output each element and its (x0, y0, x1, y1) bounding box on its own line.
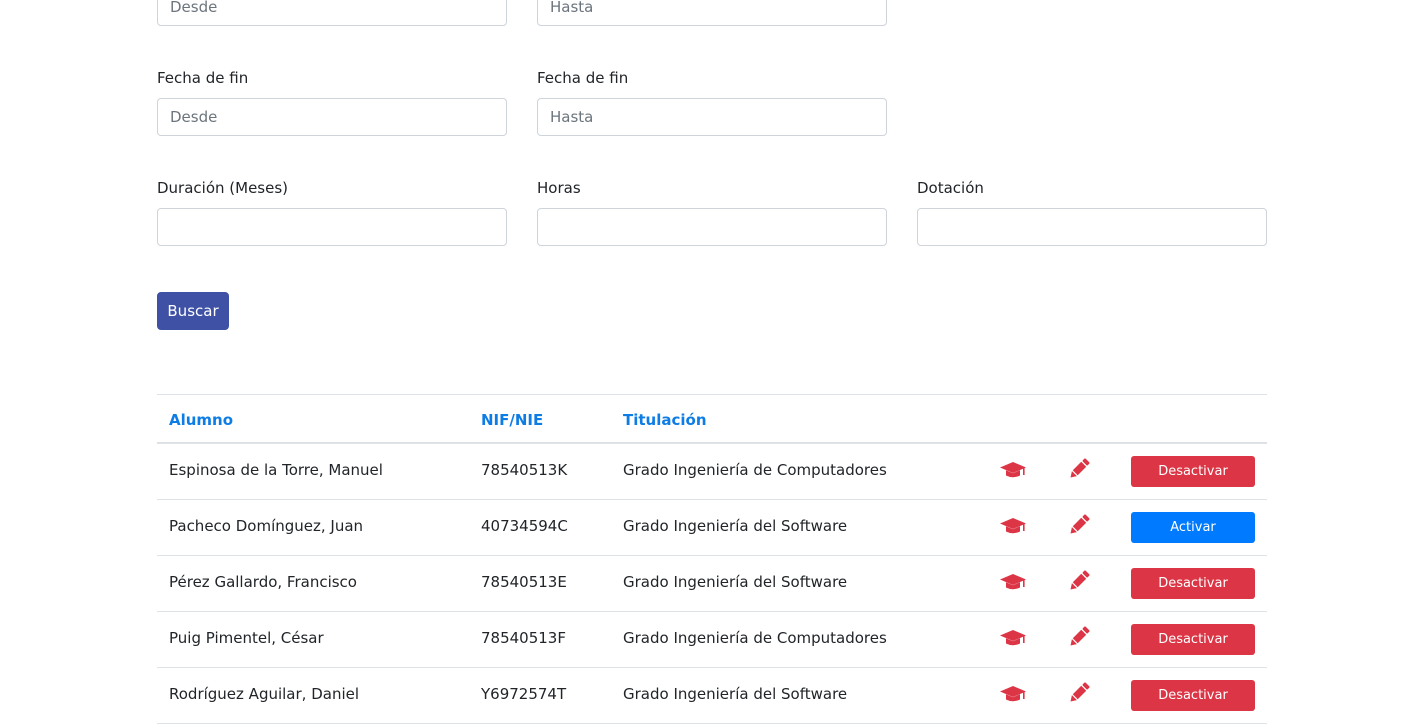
results-table: Alumno NIF/NIE Titulación Espinosa de la… (157, 394, 1267, 724)
deactivate-button[interactable]: Desactivar (1131, 568, 1255, 599)
header-alumno[interactable]: Alumno (169, 410, 233, 430)
deactivate-button[interactable]: Desactivar (1131, 680, 1255, 711)
cell-alumno: Puig Pimentel, César (169, 629, 324, 647)
pencil-icon[interactable] (1065, 456, 1093, 482)
cell-alumno: Rodríguez Aguilar, Daniel (169, 685, 360, 703)
pencil-icon[interactable] (1065, 624, 1093, 650)
deactivate-button[interactable]: Desactivar (1131, 456, 1255, 487)
cell-alumno: Pérez Gallardo, Francisco (169, 573, 357, 591)
cell-titulacion: Grado Ingeniería del Software (623, 517, 848, 535)
cell-nif: 40734594C (481, 517, 568, 535)
pencil-icon[interactable] (1065, 568, 1093, 594)
date-start-to-input[interactable] (537, 0, 887, 26)
end-date-to-input[interactable] (537, 98, 887, 136)
cell-alumno: Espinosa de la Torre, Manuel (169, 461, 383, 479)
end-date-from-input[interactable] (157, 98, 507, 136)
date-start-from-input[interactable] (157, 0, 507, 26)
graduation-cap-icon[interactable] (999, 512, 1027, 538)
table-body: Espinosa de la Torre, Manuel 78540513K Gra… (157, 444, 1267, 724)
funding-label: Dotación (917, 179, 984, 197)
table-row: Rodríguez Aguilar, Daniel Y6972574T Grado … (157, 668, 1267, 724)
cell-nif: 78540513K (481, 461, 568, 479)
cell-nif: 78540513E (481, 573, 567, 591)
end-date-from-label: Fecha de fin (157, 69, 249, 87)
cell-nif: 78540513F (481, 629, 566, 647)
duration-input[interactable] (157, 208, 507, 246)
header-nif[interactable]: NIF/NIE (481, 410, 543, 430)
pencil-icon[interactable] (1065, 680, 1093, 706)
search-button[interactable]: Buscar (157, 292, 229, 330)
cell-alumno: Pacheco Domínguez, Juan (169, 517, 364, 535)
deactivate-button[interactable]: Desactivar (1131, 624, 1255, 655)
table-row: Pacheco Domínguez, Juan 40734594C Grado In… (157, 500, 1267, 556)
hours-input[interactable] (537, 208, 887, 246)
graduation-cap-icon[interactable] (999, 680, 1027, 706)
cell-titulacion: Grado Ingeniería del Software (623, 685, 848, 703)
header-titulacion[interactable]: Titulación (623, 410, 707, 430)
graduation-cap-icon[interactable] (999, 456, 1027, 482)
table-row: Pérez Gallardo, Francisco 78540513E Grado … (157, 556, 1267, 612)
cell-titulacion: Grado Ingeniería de Computadores (623, 629, 887, 647)
duration-label: Duración (Meses) (157, 179, 289, 197)
graduation-cap-icon[interactable] (999, 624, 1027, 650)
table-row: Espinosa de la Torre, Manuel 78540513K Gra… (157, 444, 1267, 500)
cell-nif: Y6972574T (481, 685, 567, 703)
hours-label: Horas (537, 179, 581, 197)
table-row: Puig Pimentel, César 78540513F Grado Ingen… (157, 612, 1267, 668)
pencil-icon[interactable] (1065, 512, 1093, 538)
cell-titulacion: Grado Ingeniería del Software (623, 573, 848, 591)
graduation-cap-icon[interactable] (999, 568, 1027, 594)
activate-button[interactable]: Activar (1131, 512, 1255, 543)
table-header: Alumno NIF/NIE Titulación (157, 395, 1267, 444)
funding-input[interactable] (917, 208, 1267, 246)
end-date-to-label: Fecha de fin (537, 69, 629, 87)
cell-titulacion: Grado Ingeniería de Computadores (623, 461, 887, 479)
